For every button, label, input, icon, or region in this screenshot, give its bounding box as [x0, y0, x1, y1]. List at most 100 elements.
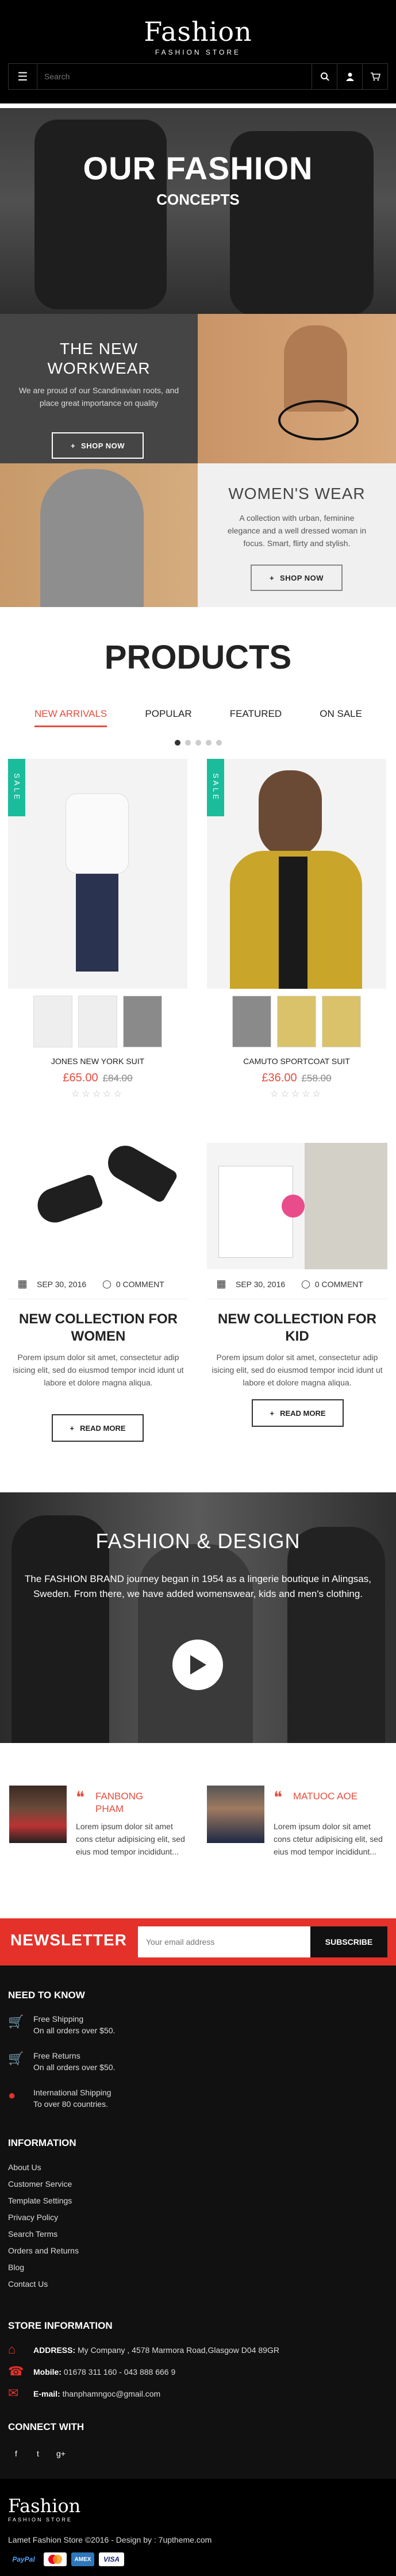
- plus-icon: +: [269, 573, 275, 582]
- products-title: PRODUCTS: [104, 639, 292, 676]
- footer-heading-information: INFORMATION: [8, 2137, 76, 2148]
- facebook-icon[interactable]: f: [8, 2446, 24, 2462]
- product-image[interactable]: SALE: [8, 759, 187, 989]
- search-icon[interactable]: [312, 63, 337, 90]
- email-label: E-mail:: [33, 2389, 60, 2398]
- blog-meta: ▦ SEP 30, 2016 ◯ 0 COMMENT: [8, 1269, 189, 1299]
- carousel-dot[interactable]: [174, 740, 180, 746]
- newsletter-email-input[interactable]: [138, 1926, 310, 1957]
- logo-word: Fashion: [144, 16, 252, 47]
- sale-badge: SALE: [8, 759, 25, 816]
- need-item-title: Free Shipping: [33, 2014, 84, 2024]
- carousel-dot[interactable]: [205, 740, 212, 746]
- promo-workwear-text: We are proud of our Scandinavian roots, …: [18, 386, 179, 408]
- product-thumb[interactable]: [277, 996, 316, 1047]
- google-plus-icon[interactable]: g+: [53, 2446, 69, 2462]
- read-more-button[interactable]: + READ MORE: [252, 1399, 344, 1427]
- footer-link-privacy[interactable]: Privacy Policy: [8, 2212, 58, 2223]
- tab-on-sale[interactable]: ON SALE: [320, 708, 362, 727]
- product-name[interactable]: JONES NEW YORK SUIT: [8, 1057, 187, 1066]
- blog-excerpt: Porem ipsum dolor sit amet, consectetur …: [13, 1353, 184, 1387]
- tab-popular[interactable]: POPULAR: [145, 708, 191, 727]
- footer-link-template-settings[interactable]: Template Settings: [8, 2195, 72, 2206]
- footer-link-about[interactable]: About Us: [8, 2162, 41, 2173]
- product-price: £65.00 £84.00: [8, 1072, 187, 1085]
- product-thumb[interactable]: [123, 996, 162, 1047]
- blog-image[interactable]: [207, 1143, 387, 1269]
- testimonial: ❝ FANBONG PHAM Lorem ipsum dolor sit ame…: [9, 1786, 193, 1866]
- blog-post: ▦ SEP 30, 2016 ◯ 0 COMMENT NEW COLLECTIO…: [8, 1143, 189, 1389]
- blog-date: SEP 30, 2016: [37, 1279, 87, 1289]
- read-more-button[interactable]: + READ MORE: [52, 1414, 144, 1442]
- product-card[interactable]: SALE CAMUTO SPORTCOAT SUIT £36.00 £58.00 …: [207, 759, 386, 1100]
- footer-link-search-terms[interactable]: Search Terms: [8, 2228, 57, 2240]
- model-figure: [287, 1527, 385, 1743]
- promo-workwear-title: THE NEW WORKWEAR: [0, 339, 198, 378]
- product-thumbnails: [207, 996, 386, 1047]
- plus-icon: +: [70, 1423, 75, 1433]
- carousel-dots: [0, 738, 396, 748]
- product-name[interactable]: CAMUTO SPORTCOAT SUIT: [207, 1057, 386, 1066]
- mobile-label: Mobile:: [33, 2367, 61, 2377]
- globe-icon: ●: [8, 2088, 16, 2102]
- need-item: Free Shipping On all orders over $50.: [33, 2013, 115, 2036]
- menu-icon[interactable]: ☰: [9, 63, 37, 90]
- shop-now-button[interactable]: + SHOP NOW: [52, 432, 144, 459]
- carousel-dot[interactable]: [195, 740, 201, 746]
- tab-featured[interactable]: FEATURED: [230, 708, 282, 727]
- footer-link-orders-returns[interactable]: Orders and Returns: [8, 2245, 79, 2256]
- promo-womens-wear: WOMEN'S WEAR A collection with urban, fe…: [198, 463, 396, 607]
- footer-bottom: Fashion FASHION STORE Lamet Fashion Stor…: [0, 2479, 396, 2576]
- email-value: thanphamngoc@gmail.com: [62, 2389, 161, 2398]
- carousel-dot[interactable]: [216, 740, 222, 746]
- subscribe-button[interactable]: SUBSCRIBE: [310, 1926, 387, 1957]
- search-input[interactable]: [37, 64, 312, 89]
- product-thumb[interactable]: [78, 996, 117, 1047]
- mastercard-icon: [44, 2552, 67, 2566]
- blog-meta: ▦ SEP 30, 2016 ◯ 0 COMMENT: [207, 1269, 387, 1299]
- store-email[interactable]: E-mail: thanphamngoc@gmail.com: [33, 2388, 160, 2400]
- price-old: £84.00: [102, 1073, 133, 1084]
- tab-new-arrivals[interactable]: NEW ARRIVALS: [34, 708, 107, 727]
- model-figure-blazer: [40, 469, 144, 607]
- hero-banner: OUR FASHION CONCEPTS: [0, 108, 396, 314]
- carousel-dot[interactable]: [184, 740, 191, 746]
- blog-comments[interactable]: 0 COMMENT: [116, 1280, 164, 1289]
- product-thumb[interactable]: [322, 996, 361, 1047]
- twitter-icon[interactable]: t: [30, 2446, 46, 2462]
- logo[interactable]: Fashion FASHION STORE: [0, 16, 396, 56]
- product-image[interactable]: SALE: [207, 759, 386, 989]
- product-thumb[interactable]: [232, 996, 271, 1047]
- copyright-text: Lamet Fashion Store ©2016 - Design by : …: [8, 2535, 212, 2544]
- blog-image[interactable]: [8, 1143, 189, 1269]
- user-icon[interactable]: [337, 63, 362, 90]
- promo-womens-text: A collection with urban, feminine elegan…: [227, 513, 367, 548]
- blog-title[interactable]: NEW COLLECTION FOR WOMEN: [8, 1311, 189, 1345]
- sneaker-shape: [102, 1143, 179, 1204]
- fashion-design-title: FASHION & DESIGN: [95, 1529, 301, 1553]
- shop-now-button-2[interactable]: + SHOP NOW: [251, 565, 343, 591]
- footer-link-customer-service[interactable]: Customer Service: [8, 2178, 72, 2190]
- footer-link-blog[interactable]: Blog: [8, 2262, 24, 2273]
- promo-workwear: THE NEW WORKWEAR We are proud of our Sca…: [0, 314, 198, 463]
- model-arm: [305, 1143, 387, 1269]
- footer-link-contact[interactable]: Contact Us: [8, 2278, 48, 2290]
- cart-icon[interactable]: [362, 63, 387, 90]
- rating-stars: ☆☆☆☆☆: [71, 1089, 124, 1099]
- footer-logo-word: Fashion: [8, 2495, 81, 2517]
- play-button[interactable]: [172, 1640, 223, 1690]
- blog-title[interactable]: NEW COLLECTION FOR KID: [207, 1311, 387, 1345]
- read-more-label: READ MORE: [80, 1423, 126, 1433]
- footer-logo[interactable]: Fashion FASHION STORE: [8, 2495, 80, 2523]
- product-thumbnails: [8, 996, 187, 1047]
- blog-comments[interactable]: 0 COMMENT: [315, 1280, 363, 1289]
- model-figure: [284, 325, 347, 412]
- hero-title: OUR FASHION: [83, 150, 313, 186]
- phone-icon: ☎: [8, 2364, 24, 2378]
- need-item-sub: To over 80 countries.: [33, 2099, 108, 2109]
- product-card[interactable]: SALE JONES NEW YORK SUIT £65.00 £84.00 ☆☆…: [8, 759, 187, 1100]
- read-more-label: READ MORE: [280, 1408, 326, 1418]
- home-icon: ⌂: [8, 2342, 16, 2356]
- product-thumb[interactable]: [33, 996, 72, 1047]
- promo-image-chair: [198, 314, 396, 463]
